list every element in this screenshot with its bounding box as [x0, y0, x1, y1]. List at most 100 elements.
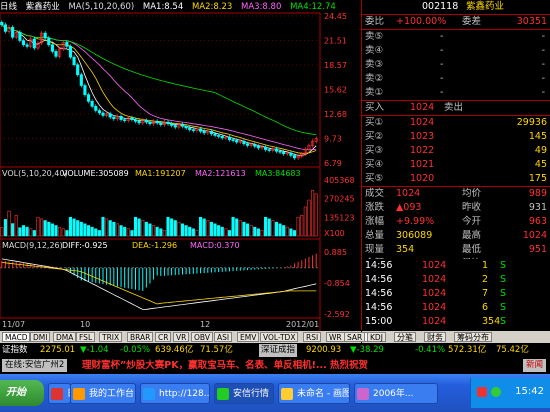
tab-emv[interactable]: EMV [237, 332, 260, 342]
price-tick: 21.51 [324, 36, 347, 45]
volume-tick: 270245 [324, 195, 355, 204]
price-axis: 24.45 21.51 18.57 15.62 12.68 9.73 6.79 [324, 12, 347, 168]
candle [43, 30, 47, 41]
candle [311, 139, 315, 148]
volume-bar [115, 223, 120, 237]
candle [271, 146, 275, 153]
candle [3, 22, 7, 34]
macd-tick: 0.885 [324, 248, 347, 257]
volume-bar [79, 221, 83, 237]
candle [36, 40, 40, 51]
volume-bar [133, 216, 138, 237]
candle [7, 25, 11, 34]
taskbar-item[interactable]: 2006年... [354, 383, 438, 404]
candle [144, 118, 148, 125]
tab-trix[interactable]: TRIX [99, 332, 123, 342]
price-tick: 12.68 [324, 110, 347, 119]
volume-bar [260, 230, 264, 237]
ticker-text[interactable]: 理财富杯”炒股大赛PK，赢取宝马车、名表、单反相机!... 热烈祝贺 [82, 357, 368, 374]
subtab-2[interactable]: 财务 [424, 332, 446, 342]
tab-dma[interactable]: DMA [53, 332, 77, 342]
candle [61, 40, 65, 51]
taskbar-item[interactable]: http://128.... [140, 383, 210, 404]
volume-bar [184, 225, 188, 237]
volume-bar [148, 223, 152, 237]
volume-bar [271, 220, 275, 237]
volume-bar [3, 219, 7, 237]
candle [50, 42, 54, 54]
buy-sell-row: 买入 1024 卖出 [365, 102, 464, 113]
volume-bar [29, 228, 33, 237]
volume-bar [43, 220, 47, 237]
candle [54, 49, 58, 59]
tab-obv[interactable]: OBV [191, 332, 213, 342]
macd-dea: DEA:-1.296 [132, 241, 177, 250]
tray-icon[interactable] [477, 387, 487, 397]
app-icon [217, 388, 229, 400]
volume-bar [198, 216, 203, 237]
tab-asi[interactable]: ASI [214, 332, 233, 342]
tab-wr[interactable]: WR [326, 332, 345, 342]
volume-bar [61, 228, 65, 237]
taskbar-item[interactable]: 安信行情 [214, 383, 274, 404]
chart-area[interactable]: 24.45 21.51 18.57 15.62 12.68 9.73 6.79 VOL(5,… [0, 0, 361, 331]
volume-bar [249, 225, 253, 237]
macd-label: MACD(9,12,26) [2, 241, 63, 250]
candle [242, 139, 246, 146]
volume-bar [227, 230, 232, 237]
tab-rsi[interactable]: RSI [303, 332, 322, 342]
volume-bar [242, 221, 246, 237]
volume-bar [292, 230, 297, 237]
tab-dmi[interactable]: DMI [30, 332, 51, 342]
volume-bar [32, 230, 36, 237]
volume-bar [58, 226, 62, 237]
candle [58, 46, 62, 59]
tray-icon-2[interactable] [491, 387, 501, 397]
clock[interactable]: 15:42 [515, 386, 544, 397]
tab-macd[interactable]: MACD [2, 332, 31, 342]
candle [39, 30, 44, 46]
tab-kdj[interactable]: KDJ [367, 332, 386, 342]
tab-sar[interactable]: SAR [344, 332, 366, 342]
volume-bar [220, 226, 224, 237]
volume-bar [278, 223, 282, 237]
volume-bar [238, 220, 242, 237]
candle [253, 142, 257, 149]
date-axis: 11/07 10 12 2012/01 [2, 320, 319, 329]
tab-vr[interactable]: VR [173, 332, 190, 342]
start-button[interactable]: 开始 [0, 380, 44, 406]
wb-row: 委比 +100.00% 委差 30351 [365, 16, 547, 27]
tab-brar[interactable]: BRAR [127, 332, 154, 342]
taskbar-item[interactable]: 日 [48, 383, 71, 404]
candle [86, 92, 91, 104]
volume-bar [311, 190, 315, 237]
volume-bar [54, 225, 58, 237]
volume-bar [155, 226, 159, 237]
volume-bar [188, 226, 192, 237]
candle [289, 150, 293, 158]
candle [79, 72, 83, 88]
tab-cr[interactable]: CR [155, 332, 172, 342]
macd-diff: DIFF:-0.925 [62, 241, 108, 250]
app-icon [73, 388, 85, 400]
macd-axis: 0.885 -0.854 -2.592 [324, 248, 350, 319]
news-ticker[interactable]: 在线:安信广州2 理财富杯”炒股大赛PK，赢取宝马车、名表、单反相机!... 热… [0, 357, 550, 374]
subtab-3[interactable]: 筹码分布 [454, 332, 492, 342]
volume-bar [191, 228, 195, 237]
news-button[interactable]: 新闻 [522, 359, 546, 372]
candle [101, 110, 105, 118]
candle [119, 114, 123, 122]
taskbar-item[interactable]: 我的工作台 [70, 383, 136, 404]
stat-row: 总量 306089 最高 1024 [365, 230, 547, 241]
volume-bar [108, 220, 112, 237]
macd-tick: -0.854 [324, 279, 350, 288]
tab-vol-tdx[interactable]: VOL-TDX [260, 332, 299, 342]
subtab-1[interactable]: 分笔 [394, 332, 416, 342]
trading-app-window: 日线 紫鑫药业 MA(5,10,20,60) MA1:8.54 MA2:8.23… [0, 0, 550, 412]
volume-bar [267, 218, 271, 237]
volume-bar [256, 228, 260, 237]
candle [32, 36, 36, 51]
vol-ma1: MA1:191207 [135, 169, 186, 178]
taskbar-item[interactable]: 未命名 - 画图 [278, 383, 350, 404]
tab-fsl[interactable]: FSL [76, 332, 96, 342]
